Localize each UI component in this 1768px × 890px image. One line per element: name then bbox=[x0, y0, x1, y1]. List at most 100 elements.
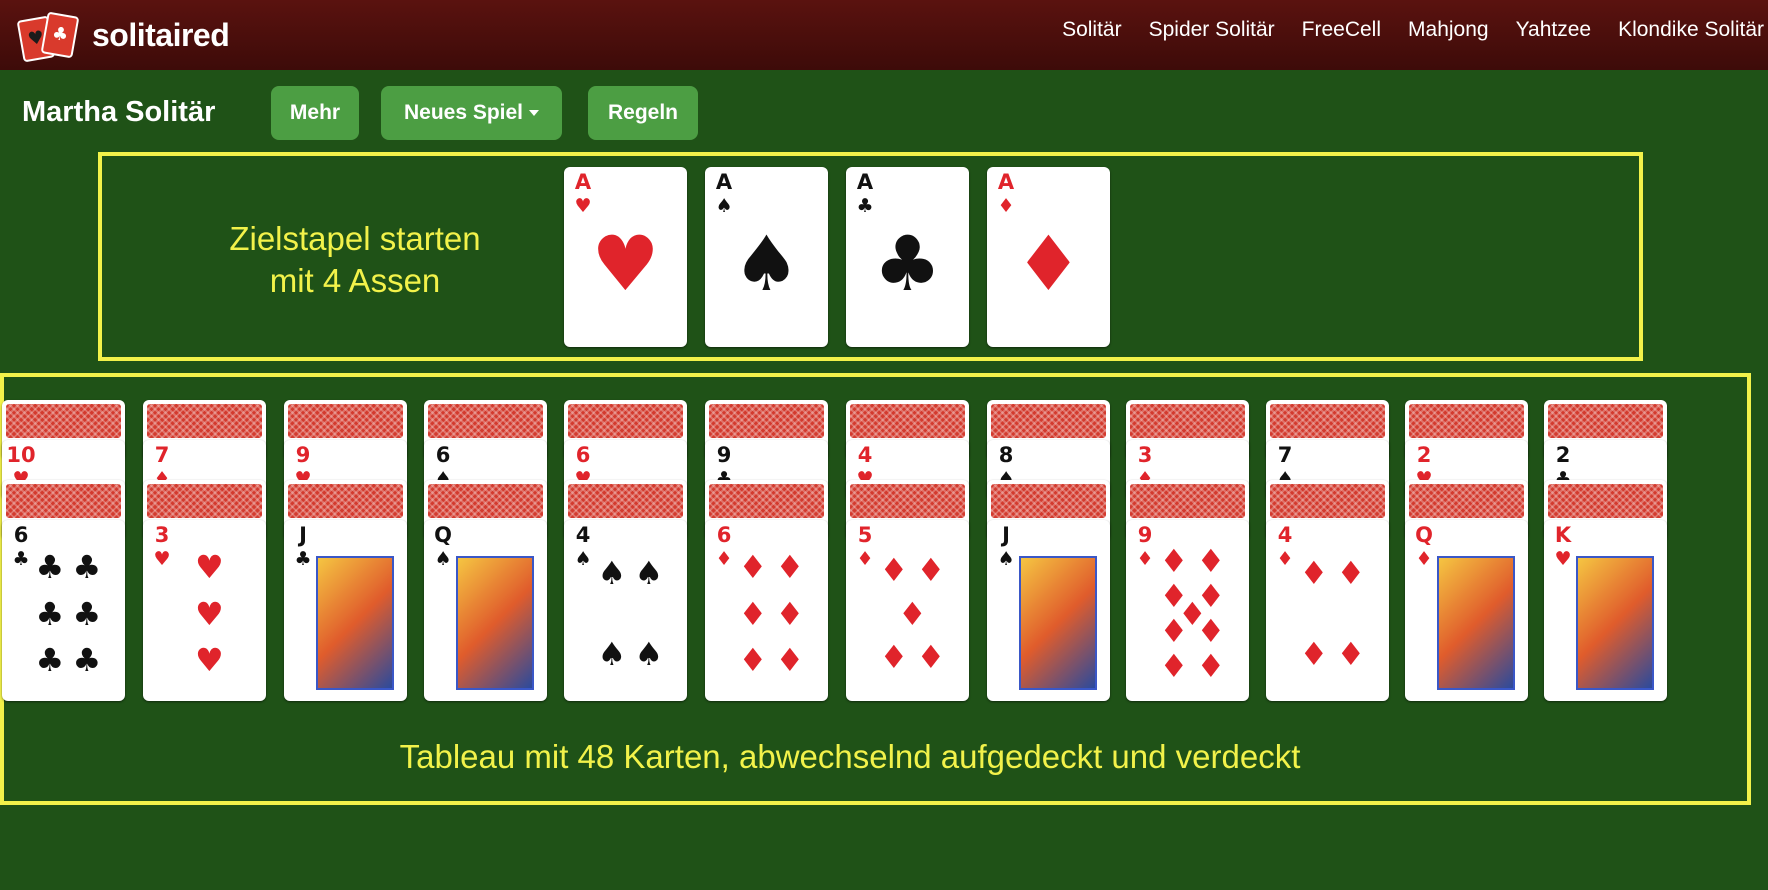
suit-pip-icon: ♦ bbox=[1159, 611, 1189, 650]
foundation-note: Zielstapel starten mit 4 Assen bbox=[165, 218, 545, 302]
foundation-card[interactable]: A ♦ ♦ bbox=[987, 167, 1110, 347]
foundation-note-line2: mit 4 Assen bbox=[269, 262, 441, 299]
top-card[interactable]: 6 ♦ ♦ ♦ ♦ ♦ ♦ ♦ bbox=[705, 520, 828, 701]
suit-pip-icon: ♥ bbox=[591, 219, 660, 308]
card-back-pattern bbox=[288, 484, 403, 518]
face-card-portrait bbox=[1019, 556, 1097, 690]
nav-link-freecell[interactable]: FreeCell bbox=[1302, 18, 1381, 42]
card-rank: 6 bbox=[716, 523, 732, 547]
main-nav: Solitär Spider Solitär FreeCell Mahjong … bbox=[1035, 18, 1764, 42]
card-suit-icon: ♥ bbox=[1554, 548, 1572, 570]
foundation-note-line1: Zielstapel starten bbox=[229, 220, 481, 257]
nav-link-yahtzee[interactable]: Yahtzee bbox=[1516, 18, 1592, 42]
card-back-pattern bbox=[709, 484, 824, 518]
nav-link-spider[interactable]: Spider Solitär bbox=[1149, 18, 1275, 42]
face-card-portrait bbox=[1437, 556, 1515, 690]
nav-link-klondike[interactable]: Klondike Solitär bbox=[1618, 18, 1764, 42]
new-game-button[interactable]: Neues Spiel bbox=[381, 86, 562, 140]
more-button[interactable]: Mehr bbox=[271, 86, 359, 140]
rules-button[interactable]: Regeln bbox=[588, 86, 698, 140]
card-back-pattern bbox=[147, 484, 262, 518]
foundation-card[interactable]: A ♥ ♥ bbox=[564, 167, 687, 347]
card-rank: 9 bbox=[716, 443, 732, 467]
card-suit-icon: ♦ bbox=[997, 195, 1015, 217]
card-rank: 7 bbox=[154, 443, 170, 467]
card-back-pattern bbox=[991, 484, 1106, 518]
suit-pip-icon: ♦ bbox=[879, 638, 909, 676]
card-back-pattern bbox=[428, 484, 543, 518]
card-corner: J ♣ bbox=[288, 524, 318, 570]
logo-cards-icon: ♥ ♣ bbox=[16, 11, 82, 63]
new-game-button-label: Neues Spiel bbox=[403, 101, 524, 124]
suit-pip-icon: ♠ bbox=[634, 553, 664, 592]
suit-pip-icon: ♦ bbox=[1299, 553, 1329, 592]
suit-pip-icon: ♦ bbox=[775, 548, 805, 587]
card-back-pattern bbox=[850, 404, 965, 438]
card-back-pattern bbox=[1270, 484, 1385, 518]
top-card[interactable]: 6 ♣ ♣ ♣ ♣ ♣ ♣ ♣ bbox=[2, 520, 125, 701]
top-card[interactable]: 4 ♠ ♠ ♠ ♠ ♠ bbox=[564, 520, 687, 701]
card-corner: 3 ♥ bbox=[147, 524, 177, 570]
suit-pip-icon: ♦ bbox=[898, 594, 927, 633]
card-corner: A ♥ bbox=[568, 171, 598, 217]
top-card[interactable]: J ♣ bbox=[284, 520, 407, 701]
card-rank: 3 bbox=[1137, 443, 1153, 467]
suit-pip-icon: ♥ bbox=[195, 548, 224, 587]
suit-pip-icon: ♦ bbox=[738, 548, 768, 587]
card-back-pattern bbox=[6, 484, 121, 518]
top-card[interactable]: 9 ♦ ♦ ♦ ♦ ♦ ♦ ♦ ♦ ♦ ♦ bbox=[1126, 520, 1249, 701]
suit-pip-icon: ♠ bbox=[597, 635, 627, 674]
card-suit-icon: ♦ bbox=[1276, 548, 1294, 570]
card-corner: K ♥ bbox=[1548, 524, 1578, 570]
foundation-card[interactable]: A ♠ ♠ bbox=[705, 167, 828, 347]
card-suit-icon: ♥ bbox=[574, 195, 592, 217]
suit-pip-icon: ♥ bbox=[195, 594, 224, 633]
suit-pip-icon: ♦ bbox=[916, 638, 946, 676]
suit-pip-icon: ♦ bbox=[1336, 553, 1366, 592]
card-suit-icon: ♦ bbox=[1136, 548, 1154, 570]
card-suit-icon: ♦ bbox=[856, 548, 874, 570]
card-rank: J bbox=[1002, 523, 1010, 547]
suit-pip-icon: ♦ bbox=[738, 640, 768, 679]
card-suit-icon: ♣ bbox=[294, 548, 312, 570]
suit-pip-icon: ♣ bbox=[35, 594, 65, 633]
suit-pip-icon: ♠ bbox=[634, 635, 664, 674]
brand-logo[interactable]: ♥ ♣ solitaired bbox=[16, 11, 230, 63]
suit-pip-icon: ♠ bbox=[732, 219, 801, 308]
card-back-pattern bbox=[1270, 404, 1385, 438]
top-card[interactable]: Q ♠ bbox=[424, 520, 547, 701]
nav-link-solitaer[interactable]: Solitär bbox=[1062, 18, 1122, 42]
face-card-portrait bbox=[316, 556, 394, 690]
suit-pip-icon: ♦ bbox=[1196, 542, 1226, 581]
suit-pip-icon: ♦ bbox=[1014, 219, 1083, 308]
top-card[interactable]: J ♠ bbox=[987, 520, 1110, 701]
card-corner: Q ♦ bbox=[1409, 524, 1439, 570]
top-card[interactable]: 3 ♥ ♥ ♥ ♥ bbox=[143, 520, 266, 701]
nav-link-mahjong[interactable]: Mahjong bbox=[1408, 18, 1489, 42]
card-rank: 10 bbox=[6, 443, 36, 467]
card-suit-icon: ♠ bbox=[997, 548, 1015, 570]
foundation-card[interactable]: A ♣ ♣ bbox=[846, 167, 969, 347]
top-card[interactable]: K ♥ bbox=[1544, 520, 1667, 701]
top-card[interactable]: 4 ♦ ♦ ♦ ♦ ♦ bbox=[1266, 520, 1389, 701]
card-back-pattern bbox=[147, 404, 262, 438]
rules-button-label: Regeln bbox=[607, 101, 678, 124]
card-suit-icon: ♠ bbox=[715, 195, 733, 217]
card-rank: K bbox=[1554, 523, 1572, 547]
top-card[interactable]: Q ♦ bbox=[1405, 520, 1528, 701]
card-rank: Q bbox=[1415, 523, 1433, 547]
card-corner: 6 ♣ bbox=[6, 524, 36, 570]
suit-pip-icon: ♣ bbox=[35, 548, 65, 587]
suit-pip-icon: ♣ bbox=[72, 594, 102, 633]
card-rank: 8 bbox=[998, 443, 1014, 467]
suit-pip-icon: ♦ bbox=[1196, 646, 1226, 685]
top-card[interactable]: 5 ♦ ♦ ♦ ♦ ♦ ♦ bbox=[846, 520, 969, 701]
card-back-pattern bbox=[709, 404, 824, 438]
brand-name: solitaired bbox=[92, 16, 230, 53]
card-suit-icon: ♦ bbox=[1415, 548, 1433, 570]
card-rank: A bbox=[856, 170, 874, 194]
card-corner: 6 ♦ bbox=[709, 524, 739, 570]
suit-pip-icon: ♦ bbox=[1299, 635, 1329, 674]
suit-pip-icon: ♦ bbox=[1336, 635, 1366, 674]
card-back-pattern bbox=[288, 404, 403, 438]
